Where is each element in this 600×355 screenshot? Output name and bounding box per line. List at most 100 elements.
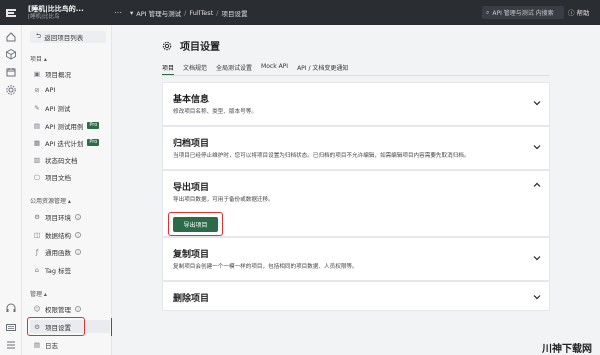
- chevron-down-icon[interactable]: [533, 254, 541, 262]
- top-bar: [睡机|比比鸟的... [睡机|比比鸟 ⋯ ▾ API 管理与测试 / Full…: [0, 0, 600, 25]
- chevron-down-icon[interactable]: [533, 293, 541, 301]
- chevron-up-icon[interactable]: [533, 181, 541, 189]
- log-icon: ▤: [33, 340, 41, 349]
- api-icon: ⊘: [34, 85, 40, 94]
- settings-tabs: 项目 文档规范 全局测试设置 Mock API API / 文档变更通知: [162, 63, 348, 75]
- iteration-icon: ▦: [33, 138, 41, 147]
- card-basic-info[interactable]: 基本信息 修改项目名称、类型、版本号等。: [162, 82, 550, 126]
- card-title: 归档项目: [173, 139, 210, 149]
- sidebar-item-overview[interactable]: ▣ 项目概况: [30, 67, 110, 80]
- highlight-box: [168, 212, 223, 236]
- tab-mock-api[interactable]: Mock API: [261, 63, 288, 75]
- info-icon[interactable]: i: [75, 213, 81, 220]
- tab-divider: [162, 75, 550, 76]
- sidebar-item-api-iteration[interactable]: ▦ API 迭代计划 Pro: [30, 136, 110, 149]
- card-archive[interactable]: 归档项目 当项目已经停止维护时，您可以将项目设置为归档状态。已归档的项目不允许编…: [162, 126, 550, 170]
- card-description: 修改项目名称、类型、版本号等。: [173, 109, 257, 115]
- project-switcher[interactable]: [睡机|比比鸟的... [睡机|比比鸟: [22, 5, 114, 21]
- sidebar-item-label: 权限管理: [45, 305, 71, 314]
- sidebar-item-api[interactable]: ⊘ API: [30, 83, 110, 96]
- breadcrumb-separator: /: [216, 8, 219, 17]
- back-to-projects-button[interactable]: ⮌ 返回项目列表: [30, 31, 106, 43]
- home-icon[interactable]: [5, 31, 17, 43]
- sidebar-item-label: API 迭代计划: [45, 139, 84, 148]
- menu-icon[interactable]: [5, 339, 17, 351]
- status-code-icon: ▥: [33, 155, 41, 164]
- sidebar-item-label: 日志: [45, 341, 58, 350]
- breadcrumb-current: 项目设置: [221, 9, 248, 18]
- sidebar: ⮌ 返回项目列表 项目 ▴ ▣ 项目概况 ⊘ API ✎ API 测试 ▤ AP…: [22, 25, 112, 355]
- pro-badge: Pro: [87, 139, 100, 146]
- more-icon[interactable]: ⋯: [114, 8, 124, 17]
- sidebar-item-api-test-cases[interactable]: ▤ API 测试用例 Pro: [30, 119, 110, 132]
- page-title: 项目设置: [162, 38, 220, 53]
- info-icon[interactable]: i: [75, 305, 81, 312]
- sidebar-item-log[interactable]: ▤ 日志: [30, 338, 110, 351]
- chevron-down-icon[interactable]: [533, 143, 541, 151]
- gear-icon[interactable]: [5, 84, 17, 96]
- search-icon: ⌕: [486, 8, 490, 16]
- card-title: 导出项目: [173, 183, 210, 193]
- keyboard-icon[interactable]: [5, 321, 17, 333]
- sidebar-item-tags[interactable]: ⌂ Tag 标签: [30, 263, 110, 276]
- sidebar-item-label: Tag 标签: [45, 266, 72, 275]
- headset-icon[interactable]: [5, 302, 17, 314]
- sidebar-item-label: 状态码文档: [45, 156, 78, 165]
- section-title-manage[interactable]: 管理 ▴: [30, 289, 47, 298]
- back-label: 返回项目列表: [44, 34, 84, 42]
- api-test-icon: ✎: [34, 103, 40, 112]
- help-button[interactable]: ⓘ 帮助: [568, 7, 590, 17]
- section-title-common[interactable]: 公用资源管理 ▴: [30, 196, 71, 205]
- permission-icon: ☺: [33, 304, 41, 313]
- search-placeholder: API 管理与测试 内搜索: [492, 10, 554, 17]
- card-description: 导出项目数据，可用于备份或数据迁移。: [173, 197, 274, 203]
- info-icon[interactable]: i: [75, 231, 81, 238]
- sidebar-item-label: 项目概况: [45, 70, 71, 79]
- help-icon: ⓘ: [568, 9, 575, 17]
- sidebar-item-project-doc[interactable]: ▢ 项目文档: [30, 170, 110, 183]
- card-copy[interactable]: 复制项目 复制项目会创建一个一模一样的项目，包括相同的项目数据、人员权限等。: [162, 237, 550, 281]
- watermark-text: 川神下载网: [542, 344, 592, 355]
- environment-icon: ⚙: [34, 212, 40, 221]
- card-title: 删除项目: [173, 294, 210, 304]
- sidebar-item-label: 项目环境: [45, 213, 71, 222]
- data-structure-icon: ◫: [33, 230, 41, 239]
- search-input[interactable]: ⌕ API 管理与测试 内搜索: [482, 6, 564, 19]
- tab-global-test[interactable]: 全局测试设置: [216, 63, 252, 75]
- card-delete[interactable]: 删除项目: [162, 281, 550, 311]
- chevron-down-icon[interactable]: ▾: [130, 9, 133, 17]
- doc-icon: ▢: [33, 172, 41, 181]
- left-rail: [0, 25, 22, 355]
- cube-icon[interactable]: [5, 48, 17, 60]
- tab-project[interactable]: 项目: [162, 63, 175, 75]
- highlight-box: [27, 317, 85, 336]
- back-arrow-icon: ⮌: [36, 31, 42, 40]
- sidebar-item-api-test[interactable]: ✎ API 测试: [30, 101, 110, 114]
- breadcrumb-item[interactable]: API 管理与测试: [136, 8, 181, 18]
- help-label: 帮助: [576, 9, 590, 17]
- card-export: 导出项目 导出项目数据，可用于备份或数据迁移。 导出项目: [162, 170, 550, 237]
- chevron-down-icon[interactable]: [533, 99, 541, 107]
- breadcrumb-separator: /: [184, 8, 187, 17]
- sidebar-item-functions[interactable]: ƒ 通用函数 i: [30, 245, 110, 258]
- sidebar-item-permissions[interactable]: ☺ 权限管理 i: [30, 302, 110, 315]
- app-logo[interactable]: [0, 0, 22, 25]
- tab-change-notify[interactable]: API / 文档变更通知: [297, 63, 348, 75]
- sidebar-item-status-code[interactable]: ▥ 状态码文档: [30, 153, 110, 166]
- project-name: [睡机|比比鸟的...: [28, 4, 84, 13]
- tab-doc-spec[interactable]: 文档规范: [183, 63, 207, 75]
- sidebar-item-environment[interactable]: ⚙ 项目环境 i: [30, 210, 110, 223]
- sidebar-item-label: 通用函数: [45, 248, 71, 257]
- page-title-text: 项目设置: [180, 42, 220, 53]
- sidebar-item-label: 项目文档: [45, 173, 71, 182]
- main-content: 项目设置 项目 文档规范 全局测试设置 Mock API API / 文档变更通…: [112, 25, 600, 355]
- info-icon[interactable]: i: [75, 248, 81, 255]
- overview-icon: ▣: [33, 69, 41, 78]
- function-icon: ƒ: [35, 247, 39, 256]
- section-title-project[interactable]: 项目 ▴: [30, 54, 47, 63]
- calendar-icon[interactable]: [5, 66, 17, 78]
- test-case-icon: ▤: [33, 121, 41, 130]
- breadcrumb-item[interactable]: FullTest: [189, 9, 213, 17]
- card-description: 复制项目会创建一个一模一样的项目，包括相同的项目数据、人员权限等。: [173, 264, 358, 270]
- sidebar-item-data-structure[interactable]: ◫ 数据结构 i: [30, 228, 110, 241]
